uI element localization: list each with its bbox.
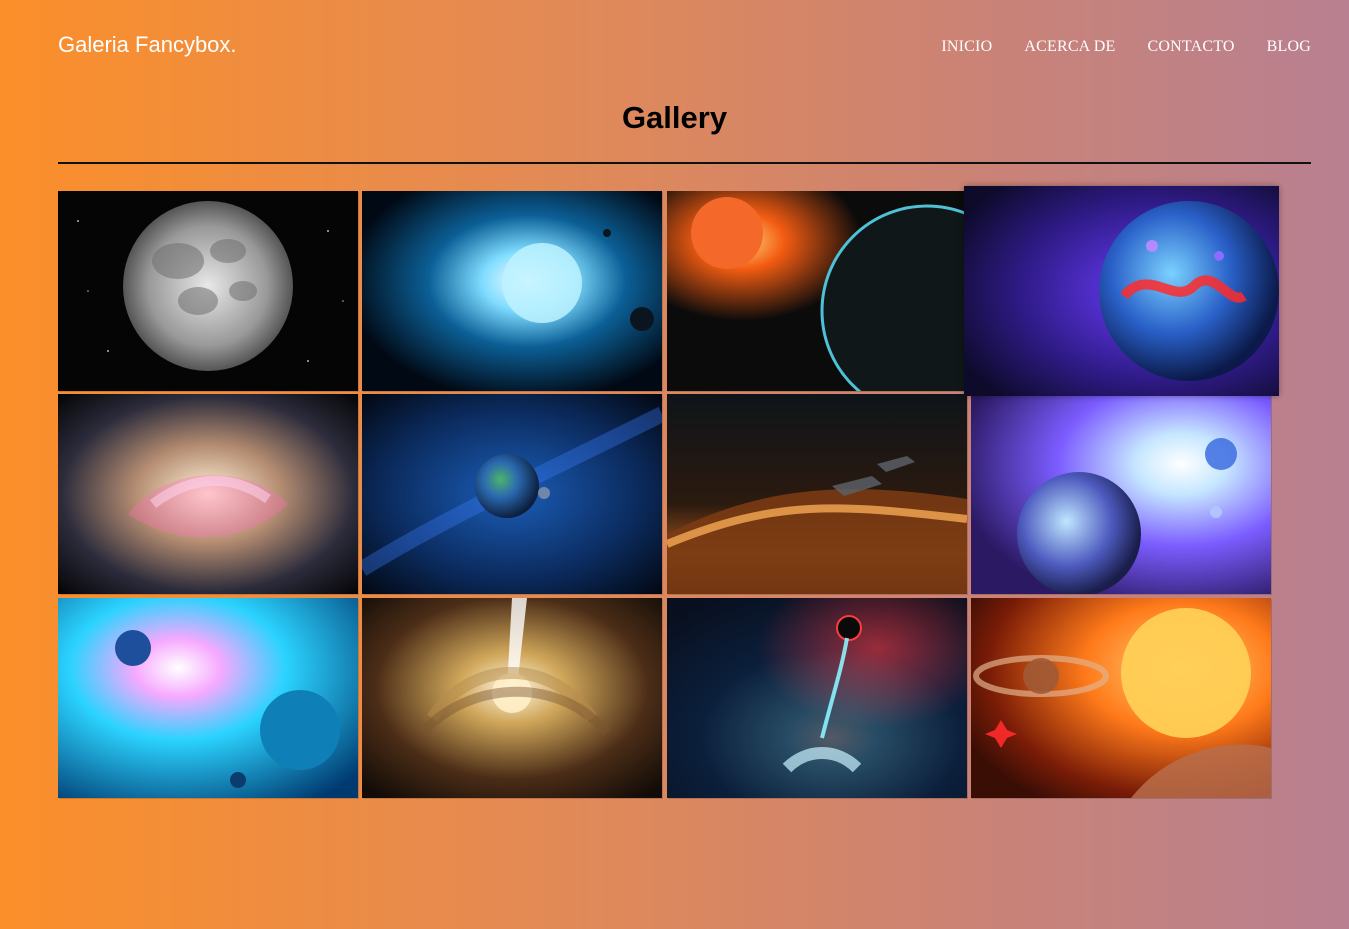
- gallery-item-vortex[interactable]: [362, 598, 662, 798]
- purple-planet-image: [964, 186, 1279, 396]
- gallery-item-sun-saturn[interactable]: [971, 598, 1271, 798]
- bright-nebula-image: [971, 394, 1271, 594]
- galaxy-nebula-image: [58, 394, 358, 594]
- gallery-item-galaxy-nebula[interactable]: [58, 394, 358, 594]
- gallery-item-blue-star[interactable]: [362, 191, 662, 391]
- gallery-item-spaceships-planet[interactable]: [667, 394, 967, 594]
- blue-space-planets-image: [58, 598, 358, 798]
- gallery-item-earth-space[interactable]: [362, 394, 662, 594]
- nav-link-acerca-de[interactable]: ACERCA DE: [1024, 38, 1115, 56]
- gallery-item-moon[interactable]: [58, 191, 358, 391]
- gallery-item-fire-sun-planet[interactable]: [667, 191, 967, 391]
- nav-link-blog[interactable]: BLOG: [1267, 38, 1311, 56]
- blue-star-image: [362, 191, 662, 391]
- main-nav: INICIO ACERCA DE CONTACTO BLOG: [941, 38, 1311, 56]
- sun-saturn-image: [971, 598, 1271, 798]
- earth-space-image: [362, 394, 662, 594]
- nav-link-contacto[interactable]: CONTACTO: [1148, 38, 1235, 56]
- spaceships-planet-image: [667, 394, 967, 594]
- gallery-item-bright-nebula[interactable]: [971, 394, 1271, 594]
- fire-sun-planet-image: [667, 191, 967, 391]
- vortex-image: [362, 598, 662, 798]
- site-header: Galeria Fancybox. INICIO ACERCA DE CONTA…: [58, 30, 1311, 64]
- gallery-item-purple-planet[interactable]: [964, 186, 1279, 396]
- gallery-item-blue-galaxy[interactable]: [667, 598, 967, 798]
- moon-image: [58, 191, 358, 391]
- gallery-grid: [58, 186, 1298, 811]
- nav-link-inicio[interactable]: INICIO: [941, 38, 992, 56]
- blue-galaxy-image: [667, 598, 967, 798]
- page-title: Gallery: [621, 100, 728, 135]
- gallery-item-blue-space-planets[interactable]: [58, 598, 358, 798]
- title-divider: [58, 162, 1311, 164]
- site-logo[interactable]: Galeria Fancybox.: [58, 32, 237, 58]
